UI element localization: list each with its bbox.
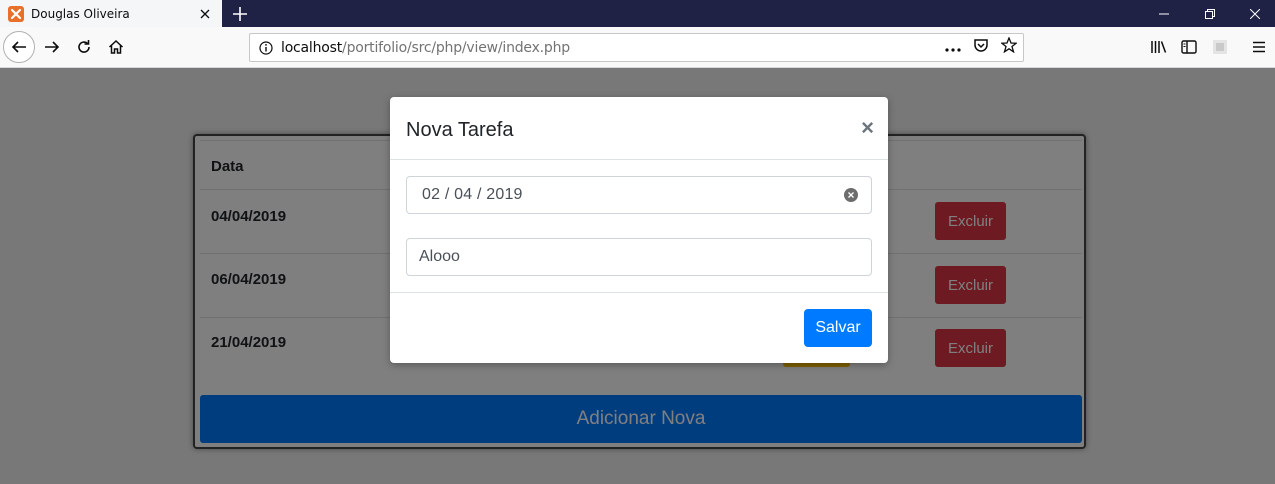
minimize-icon[interactable] xyxy=(1141,0,1187,27)
page-content: Data 04/04/2019 Excluir 06/04/2019 Exclu… xyxy=(0,68,1275,484)
modal-title: Nova Tarefa xyxy=(406,119,514,141)
page-actions-icon[interactable] xyxy=(945,39,961,57)
url-bar[interactable]: localhost/portifolio/src/php/view/index.… xyxy=(249,33,1024,62)
library-icon[interactable] xyxy=(1149,37,1169,57)
home-icon[interactable] xyxy=(100,31,132,63)
close-window-icon[interactable] xyxy=(1232,0,1275,27)
new-tab-icon[interactable] xyxy=(226,0,254,27)
url-path: /portifolio/src/php/view/index.php xyxy=(342,39,570,56)
modal-footer-divider xyxy=(390,292,888,293)
sidebar-icon[interactable] xyxy=(1179,37,1199,57)
bookmark-star-icon[interactable] xyxy=(1000,36,1018,58)
tab-close-icon[interactable] xyxy=(194,3,216,25)
restore-icon[interactable] xyxy=(1187,0,1233,27)
xampp-favicon-icon xyxy=(8,5,24,22)
back-arrow-icon[interactable] xyxy=(3,31,35,63)
modal-header-divider xyxy=(390,159,888,160)
task-text-input[interactable]: Alooo xyxy=(406,238,872,276)
info-icon[interactable] xyxy=(259,40,273,55)
date-input-value: 02 / 04 / 2019 xyxy=(422,186,523,203)
extension-icon[interactable] xyxy=(1210,37,1230,57)
title-bar: Douglas Oliveira xyxy=(0,0,1275,27)
date-input[interactable]: 02 / 04 / 2019 xyxy=(406,176,872,214)
pocket-icon[interactable] xyxy=(973,37,989,58)
forward-arrow-icon[interactable] xyxy=(36,31,68,63)
tab-title: Douglas Oliveira xyxy=(31,6,130,21)
modal-close-button[interactable]: × xyxy=(861,117,874,139)
save-button[interactable]: Salvar xyxy=(804,309,872,347)
menu-hamburger-icon[interactable] xyxy=(1249,37,1269,57)
url-host: localhost xyxy=(281,39,343,56)
new-task-modal: Nova Tarefa × 02 / 04 / 2019 Alooo Salva… xyxy=(390,97,888,363)
task-text-value: Alooo xyxy=(419,248,460,265)
url-text: localhost/portifolio/src/php/view/index.… xyxy=(281,40,570,56)
browser-tab[interactable]: Douglas Oliveira xyxy=(0,0,222,27)
reload-icon[interactable] xyxy=(68,31,100,63)
navigation-bar: localhost/portifolio/src/php/view/index.… xyxy=(0,27,1275,68)
clear-date-icon[interactable] xyxy=(844,188,858,202)
